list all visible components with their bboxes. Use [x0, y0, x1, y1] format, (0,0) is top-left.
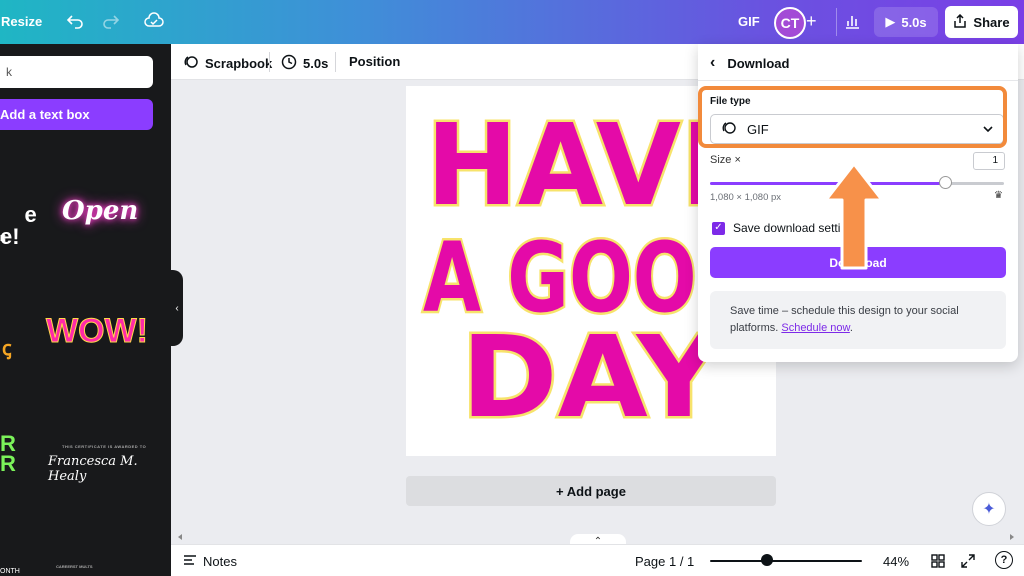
- download-title: Download: [727, 55, 790, 71]
- animation-label: Scrapbook: [205, 56, 273, 71]
- page-indicator[interactable]: Page 1 / 1: [635, 554, 694, 569]
- text-template-wow[interactable]: WOW!: [46, 312, 149, 351]
- share-label: Share: [973, 14, 1010, 30]
- grid-view-icon[interactable]: [931, 554, 945, 568]
- template-subtext: N: [0, 234, 6, 243]
- animation-icon: [183, 54, 199, 73]
- size-slider-rest[interactable]: [945, 182, 1004, 185]
- page-indicator-label: Page 1 / 1: [635, 554, 695, 569]
- schedule-promo: Save time – schedule this design to your…: [710, 291, 1006, 349]
- play-duration: 5.0s: [901, 14, 927, 30]
- divider: [698, 80, 1018, 81]
- promo-end: .: [849, 322, 853, 334]
- help-button[interactable]: ?: [995, 551, 1013, 569]
- top-bar: Resize GIF CT + ▶ 5.0s Share: [0, 0, 1024, 44]
- size-slider-thumb[interactable]: [939, 176, 952, 189]
- download-header: ‹ Download: [710, 54, 789, 72]
- animation-button[interactable]: Scrapbook: [183, 54, 272, 73]
- analytics-icon[interactable]: [843, 12, 861, 34]
- search-input[interactable]: k: [0, 56, 153, 88]
- divider: [269, 52, 270, 72]
- cloud-saved-icon[interactable]: [144, 12, 164, 34]
- divider: [335, 52, 336, 72]
- notes-button[interactable]: Notes: [183, 554, 237, 569]
- design-line-3: DAY: [461, 313, 723, 443]
- text-template-have-nice-day[interactable]: e e!: [0, 182, 37, 270]
- zoom-slider[interactable]: [710, 560, 862, 562]
- fullscreen-icon[interactable]: [961, 554, 975, 568]
- certificate-caption: THIS CERTIFICATE IS AWARDED TO: [62, 444, 147, 449]
- crown-icon: ♛: [994, 190, 1003, 201]
- text-template-green-neon[interactable]: RR: [0, 433, 16, 475]
- template-text: Francesca M. Healy: [48, 454, 138, 484]
- template-partial-icon[interactable]: ꞔ: [2, 334, 12, 361]
- add-text-box-button[interactable]: Add a text box: [0, 99, 153, 130]
- file-type-highlight: [698, 86, 1007, 148]
- notes-label: Notes: [203, 554, 237, 569]
- share-icon: [953, 13, 967, 31]
- template-text: Open: [62, 196, 139, 226]
- share-button[interactable]: Share: [945, 6, 1018, 38]
- magic-assistant-icon[interactable]: ✦: [972, 492, 1006, 526]
- undo-icon[interactable]: [66, 12, 84, 34]
- zoom-level[interactable]: 44%: [883, 554, 909, 569]
- template-text: WOW!: [46, 312, 149, 351]
- clock-icon: [281, 54, 297, 73]
- text-template-certificate[interactable]: Francesca M. Healy: [48, 454, 171, 484]
- schedule-now-link[interactable]: Schedule now: [781, 322, 850, 334]
- back-chevron-icon[interactable]: ‹: [710, 54, 715, 72]
- zoom-level-label: 44%: [883, 554, 910, 569]
- template-bottom-text: ONTH: [0, 568, 20, 575]
- divider: [836, 8, 837, 36]
- up-arrow-annotation: [824, 162, 884, 270]
- bottom-bar: Notes Page 1 / 1 44% ?: [171, 544, 1024, 576]
- collapse-panel-handle[interactable]: ‹: [171, 270, 183, 346]
- text-template-open-neon[interactable]: Open: [62, 196, 138, 226]
- format-label: GIF: [738, 14, 760, 29]
- checkmark-icon: ✓: [712, 221, 725, 235]
- add-text-box-label: Add a text box: [0, 107, 90, 122]
- avatar[interactable]: CT: [774, 7, 806, 39]
- notes-icon: [183, 554, 197, 569]
- position-button[interactable]: Position: [349, 54, 400, 69]
- add-collaborator-icon[interactable]: +: [806, 12, 817, 30]
- template-bottom-small: CAREERST MULTS: [56, 564, 93, 569]
- size-label: Size ×: [710, 154, 741, 166]
- redo-icon[interactable]: [102, 12, 120, 34]
- add-page-button[interactable]: + Add page: [406, 476, 776, 506]
- zoom-slider-thumb[interactable]: [761, 554, 773, 566]
- duration-label: 5.0s: [303, 56, 329, 71]
- play-icon: ▶: [885, 14, 896, 29]
- resize-button[interactable]: Resize: [1, 14, 42, 29]
- duration-button[interactable]: 5.0s: [281, 54, 328, 73]
- elements-panel: k Add a text box e e! N Open ꞔ WOW! RR T…: [0, 44, 171, 576]
- size-input[interactable]: 1: [973, 152, 1005, 170]
- position-label: Position: [349, 54, 401, 69]
- play-button[interactable]: ▶ 5.0s: [874, 7, 938, 37]
- help-icon: ?: [1000, 554, 1008, 566]
- search-input-text: k: [6, 65, 12, 79]
- dimensions-label: 1,080 × 1,080 px: [710, 192, 782, 203]
- chevron-left-icon: ‹: [175, 302, 179, 314]
